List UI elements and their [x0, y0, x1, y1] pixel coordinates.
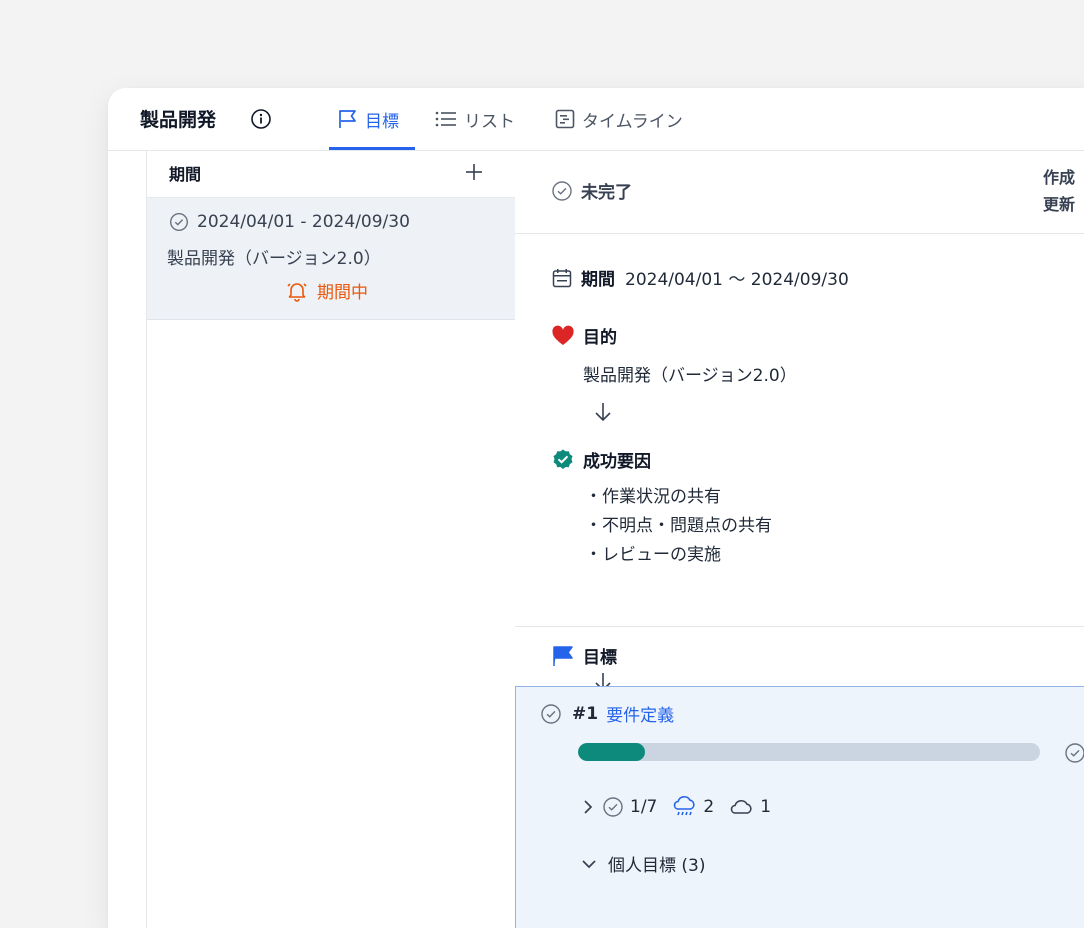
period-detail: 未完了 作成 更新 期間 2024/04/01 〜 2024/09/30 目的 — [515, 151, 1084, 928]
tab-list[interactable]: リスト — [434, 104, 515, 134]
check-circle-icon — [169, 212, 189, 232]
check-circle-icon — [603, 797, 623, 817]
goal-title-row: #1 要件定義 — [540, 701, 674, 726]
completion-status-label: 未完了 — [581, 183, 632, 203]
section-divider — [515, 626, 1084, 627]
meta-info: 作成 更新 — [1043, 164, 1075, 218]
flag-outline-icon — [339, 110, 356, 128]
list-item: ・作業状況の共有 — [585, 487, 721, 507]
list-icon — [435, 111, 456, 127]
detail-header: 未完了 作成 更新 — [515, 151, 1084, 234]
period-status-label: 期間中 — [317, 283, 368, 303]
completion-status[interactable]: 未完了 — [551, 178, 632, 203]
check-circle-icon[interactable] — [540, 703, 562, 725]
goal-stats-row: 1/7 2 1 — [580, 795, 777, 819]
tab-list-label: リスト — [464, 111, 515, 132]
period-field-value: 2024/04/01 〜 2024/09/30 — [625, 270, 849, 290]
chevron-down-icon — [582, 859, 596, 868]
period-status: 期間中 — [285, 278, 368, 303]
purpose-label: 目的 — [583, 328, 617, 348]
list-item: ・不明点・問題点の共有 — [585, 516, 772, 536]
period-name: 製品開発（バージョン2.0） — [167, 249, 381, 269]
top-bar: 製品開発 目標 リスト タイムライン — [108, 88, 1084, 151]
updated-label: 更新 — [1043, 195, 1076, 214]
purpose-text: 製品開発（バージョン2.0） — [583, 366, 797, 386]
info-icon[interactable] — [250, 108, 272, 130]
rain-cloud-icon — [674, 795, 695, 816]
check-circle-icon[interactable] — [1064, 742, 1084, 764]
project-title: 製品開発 — [140, 109, 217, 131]
personal-goals-label: 個人目標 (3) — [608, 856, 706, 876]
chevron-right-icon[interactable] — [580, 798, 596, 816]
add-period-icon[interactable] — [463, 161, 485, 183]
personal-goals-toggle[interactable]: 個人目標 (3) — [580, 851, 705, 876]
period-field: 期間 2024/04/01 〜 2024/09/30 — [551, 265, 849, 290]
timeline-icon — [555, 109, 575, 129]
tab-goals-label: 目標 — [365, 111, 399, 132]
goal-title-link[interactable]: 要件定義 — [606, 701, 674, 726]
success-factors-label: 成功要因 — [583, 452, 651, 472]
cloud-count: 1 — [760, 797, 772, 817]
arrow-down-icon — [595, 403, 611, 422]
flag-icon — [553, 645, 573, 666]
sidebar-header: 期間 — [147, 151, 515, 198]
period-sidebar: 期間 2024/04/01 - 2024/09/30 製品開発（バージョン2.0… — [146, 151, 516, 928]
created-label: 作成 — [1043, 168, 1076, 187]
purpose-heading: 目的 — [551, 323, 617, 348]
app-window: 製品開発 目標 リスト タイムライン 期間 2024/04/01 - 2024/… — [108, 88, 1084, 928]
check-circle-icon — [552, 180, 572, 201]
goals-heading: 目標 — [551, 643, 617, 668]
goal-progress-bar — [578, 743, 1040, 761]
success-factors-heading: 成功要因 — [551, 447, 651, 472]
period-list-item[interactable]: 2024/04/01 - 2024/09/30 製品開発（バージョン2.0） 期… — [147, 198, 515, 320]
heart-icon — [552, 325, 574, 345]
bell-icon — [287, 282, 307, 302]
calendar-icon — [552, 268, 572, 287]
period-field-label: 期間 — [581, 270, 615, 290]
success-factors-list: ・作業状況の共有 ・不明点・問題点の共有 ・レビューの実施 — [585, 483, 772, 570]
period-range: 2024/04/01 - 2024/09/30 — [197, 212, 410, 232]
active-tab-indicator — [329, 147, 415, 150]
goal-number: #1 — [572, 703, 599, 724]
cloud-icon — [730, 799, 752, 814]
verified-check-icon — [553, 449, 573, 469]
tab-goals[interactable]: 目標 — [337, 104, 399, 134]
list-item: ・レビューの実施 — [585, 545, 721, 565]
tab-timeline[interactable]: タイムライン — [554, 104, 683, 134]
tasks-done-count: 1/7 — [630, 797, 658, 817]
goal-progress-fill — [578, 743, 645, 761]
goals-label: 目標 — [583, 648, 617, 668]
sidebar-title: 期間 — [169, 165, 202, 184]
period-range-row: 2024/04/01 - 2024/09/30 — [169, 212, 410, 232]
tab-timeline-label: タイムライン — [582, 111, 683, 132]
rain-count: 2 — [703, 797, 715, 817]
goal-card[interactable]: #1 要件定義 1/7 2 1 個人目標 (3) — [515, 686, 1084, 928]
